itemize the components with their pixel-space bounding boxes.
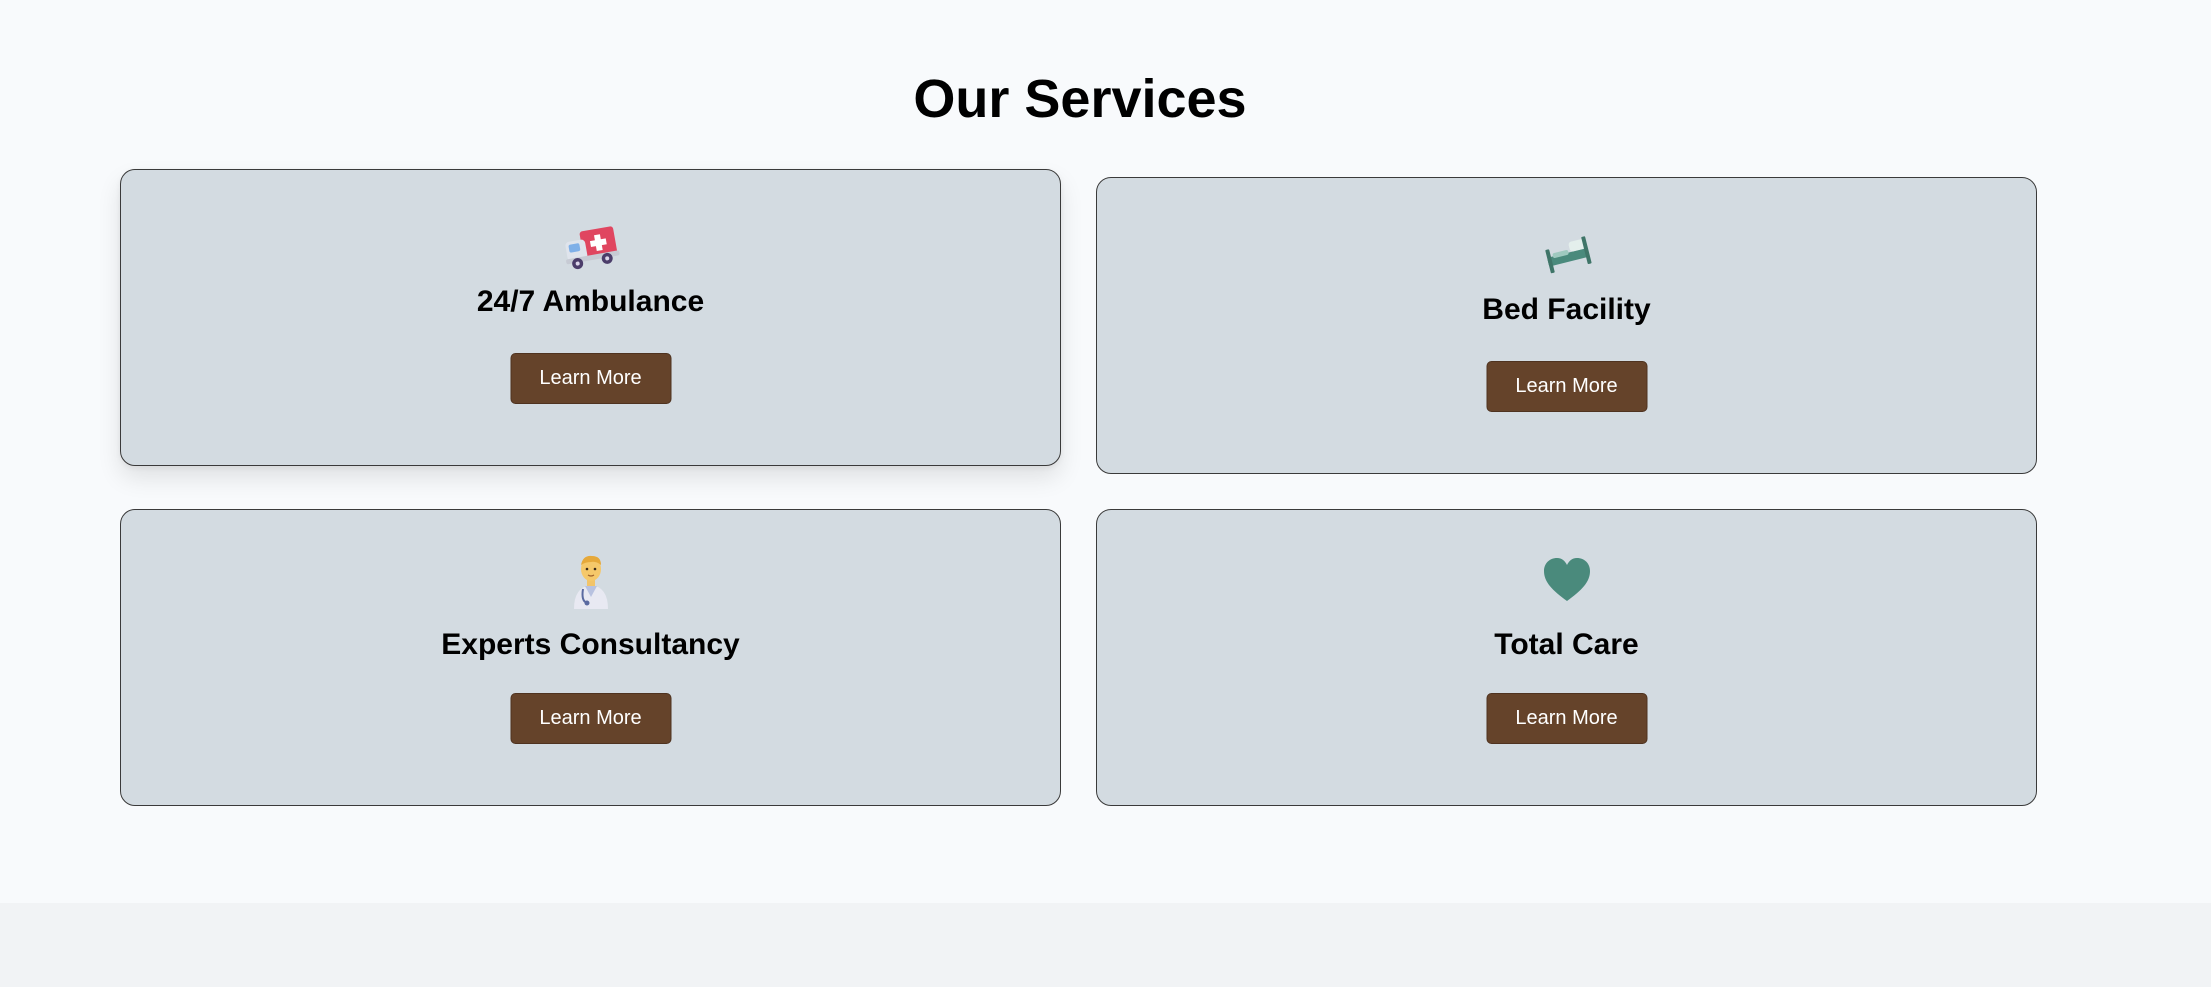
service-card-ambulance: 24/7 Ambulance Learn More [120, 169, 1061, 466]
card-title: Experts Consultancy [441, 628, 740, 661]
ambulance-icon [121, 221, 1060, 273]
card-title: 24/7 Ambulance [476, 285, 705, 318]
card-title: Total Care [1494, 628, 1639, 661]
services-section: Our Services 24/7 Ambulance Learn More B… [0, 0, 2211, 903]
doctor-icon [121, 553, 1060, 609]
heart-icon [1097, 554, 2036, 606]
service-card-bed: Bed Facility Learn More [1096, 177, 2037, 474]
bed-icon [1097, 229, 2036, 281]
service-card-consultancy: Experts Consultancy Learn More [120, 509, 1061, 806]
learn-more-button-ambulance[interactable]: Learn More [510, 353, 671, 404]
section-title: Our Services [913, 69, 1247, 129]
learn-more-button-bed[interactable]: Learn More [1486, 361, 1647, 412]
service-card-total-care: Total Care Learn More [1096, 509, 2037, 806]
learn-more-button-total-care[interactable]: Learn More [1486, 693, 1647, 744]
learn-more-button-consultancy[interactable]: Learn More [510, 693, 671, 744]
footer-band [0, 903, 2211, 987]
card-title: Bed Facility [1482, 293, 1651, 326]
